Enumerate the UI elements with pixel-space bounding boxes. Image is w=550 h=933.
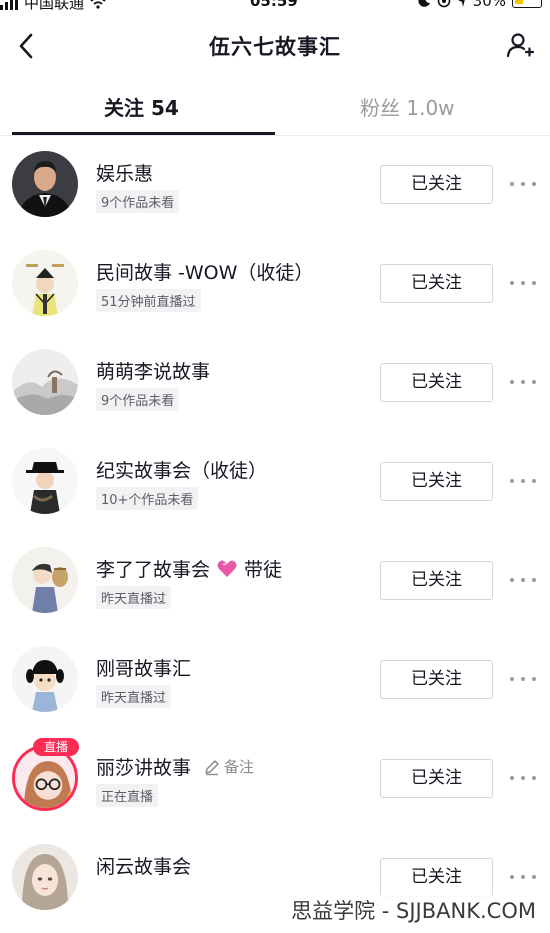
location-icon [457, 0, 465, 7]
avatar-image [12, 448, 78, 514]
avatar[interactable] [12, 547, 78, 613]
list-item[interactable]: 直播 丽莎讲故事 备注 正在直播 已关注 [0, 729, 550, 828]
username-line: 民间故事 -WOW（收徒） [96, 258, 313, 285]
username-suffix: 带徒 [244, 559, 283, 581]
list-item[interactable]: 刚哥故事汇 昨天直播过 已关注 [0, 630, 550, 729]
avatar[interactable] [12, 646, 78, 712]
username-line: 闲云故事会 [96, 852, 191, 879]
avatar-image [12, 646, 78, 712]
following-button[interactable]: 已关注 [380, 165, 493, 204]
avatar-image [12, 151, 78, 217]
username[interactable]: 刚哥故事汇 [96, 654, 191, 681]
username-line: 娱乐惠 [96, 159, 153, 186]
remark-label: 备注 [224, 758, 255, 776]
activity-tag: 9个作品未看 [96, 388, 180, 411]
following-list: 娱乐惠 9个作品未看 已关注 民间故事 -WOW（收徒） 51分钟前直播过 已关… [0, 135, 550, 927]
avatar[interactable] [12, 250, 78, 316]
moon-icon [418, 0, 430, 7]
username-line: 纪实故事会（收徒） [96, 456, 267, 483]
username-line: 李了了故事会 带徒 [96, 555, 282, 582]
more-options-button[interactable] [510, 870, 536, 884]
activity-tag: 昨天直播过 [96, 586, 172, 609]
following-button[interactable]: 已关注 [380, 363, 493, 402]
list-item[interactable]: 李了了故事会 带徒 昨天直播过 已关注 [0, 531, 550, 630]
tab-followers[interactable]: 粉丝 1.0w [360, 92, 455, 121]
more-options-button[interactable] [510, 375, 536, 389]
battery-percent: 30% [472, 0, 506, 10]
more-options-button[interactable] [510, 771, 536, 785]
activity-tag: 昨天直播过 [96, 685, 172, 708]
activity-tag: 51分钟前直播过 [96, 289, 201, 312]
tab-bar: 关注 54 粉丝 1.0w [0, 78, 550, 136]
carrier-label: 中国联通 [24, 0, 85, 12]
username[interactable]: 民间故事 -WOW（收徒） [96, 258, 313, 285]
edit-remark[interactable]: 备注 [203, 756, 254, 777]
following-list-page: 中国联通 05:59 30% 伍六七故事汇 关注 54 粉丝 1.0w 娱乐惠 … [0, 0, 550, 933]
live-badge: 直播 [33, 738, 79, 756]
username[interactable]: 萌萌李说故事 [96, 357, 210, 384]
username[interactable]: 闲云故事会 [96, 852, 191, 879]
activity-tag: 9个作品未看 [96, 190, 180, 213]
status-time: 05:59 [250, 0, 298, 10]
username-line: 萌萌李说故事 [96, 357, 210, 384]
rotation-lock-icon [437, 0, 450, 8]
username-line: 刚哥故事汇 [96, 654, 191, 681]
following-button[interactable]: 已关注 [380, 759, 493, 798]
avatar-image [12, 547, 78, 613]
avatar-image [12, 349, 78, 415]
following-button[interactable]: 已关注 [380, 858, 493, 897]
page-title: 伍六七故事汇 [209, 35, 341, 59]
following-button[interactable]: 已关注 [380, 660, 493, 699]
following-button[interactable]: 已关注 [380, 462, 493, 501]
more-options-button[interactable] [510, 672, 536, 686]
more-options-button[interactable] [510, 276, 536, 290]
following-button[interactable]: 已关注 [380, 561, 493, 600]
following-button[interactable]: 已关注 [380, 264, 493, 303]
avatar[interactable] [12, 151, 78, 217]
username[interactable]: 丽莎讲故事 [96, 753, 191, 780]
avatar[interactable] [12, 448, 78, 514]
more-options-button[interactable] [510, 177, 536, 191]
battery-icon [512, 0, 542, 8]
more-options-button[interactable] [510, 474, 536, 488]
activity-tag: 10+个作品未看 [96, 487, 199, 510]
wifi-icon [90, 0, 106, 9]
status-right: 30% [417, 0, 542, 10]
header-bar: 伍六七故事汇 [0, 18, 550, 74]
list-item[interactable]: 娱乐惠 9个作品未看 已关注 [0, 135, 550, 234]
avatar[interactable] [12, 349, 78, 415]
avatar-image [15, 748, 75, 808]
list-item[interactable]: 纪实故事会（收徒） 10+个作品未看 已关注 [0, 432, 550, 531]
signal-icon [0, 0, 18, 10]
username-line: 丽莎讲故事 备注 [96, 753, 254, 780]
list-item[interactable]: 萌萌李说故事 9个作品未看 已关注 [0, 333, 550, 432]
avatar[interactable] [12, 844, 78, 910]
add-friend-button[interactable] [502, 28, 538, 64]
avatar-image [12, 844, 78, 910]
activity-tag: 正在直播 [96, 784, 159, 807]
username[interactable]: 李了了故事会 [96, 555, 210, 582]
status-bar: 中国联通 05:59 30% [0, 0, 550, 12]
avatar-image [12, 250, 78, 316]
add-user-icon [506, 33, 534, 58]
status-left: 中国联通 [0, 0, 106, 13]
tab-following[interactable]: 关注 54 [104, 92, 179, 121]
more-options-button[interactable] [510, 573, 536, 587]
pink-hearts-icon [217, 560, 237, 577]
list-item[interactable]: 民间故事 -WOW（收徒） 51分钟前直播过 已关注 [0, 234, 550, 333]
pencil-icon [205, 759, 219, 775]
username[interactable]: 娱乐惠 [96, 159, 153, 186]
username[interactable]: 纪实故事会（收徒） [96, 456, 267, 483]
watermark-text: 思益学院 - SJJBANK.COM [287, 895, 540, 925]
